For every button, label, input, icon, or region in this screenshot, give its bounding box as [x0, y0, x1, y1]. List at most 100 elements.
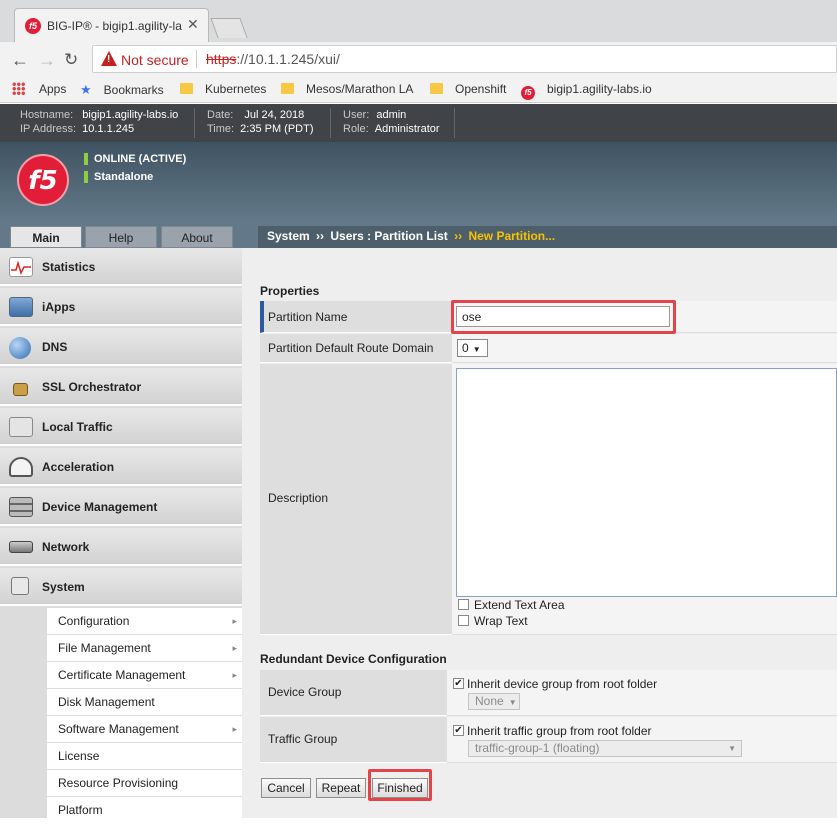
device-group-label-cell: Device Group	[260, 670, 447, 716]
submenu-software-management[interactable]: Software Management ▸	[47, 716, 242, 743]
dropdown-arrow-icon: ▼	[508, 698, 517, 707]
bookmark-apps[interactable]: Apps	[12, 82, 66, 96]
route-domain-value-cell	[452, 334, 837, 363]
address-bar: ← → ↻ ! Not secure https://10.1.1.245/xu…	[0, 42, 837, 77]
submenu-disk-management[interactable]: Disk Management	[47, 689, 242, 716]
f5-favicon-icon: f5	[25, 18, 41, 34]
tab-help[interactable]: Help	[85, 226, 157, 248]
sidebar-item-local-traffic[interactable]: Local Traffic	[0, 408, 242, 446]
role-label: Role:	[343, 123, 369, 135]
submenu-resource-provisioning[interactable]: Resource Provisioning	[47, 770, 242, 797]
ip-value: 10.1.1.245	[82, 123, 135, 135]
f5-logo[interactable]: f5	[17, 154, 69, 206]
url-omnibox[interactable]: ! Not secure https://10.1.1.245/xui/	[92, 45, 837, 73]
back-arrow-icon[interactable]: ←	[11, 50, 29, 71]
breadcrumb-system[interactable]: System	[267, 229, 310, 243]
star-icon: ★	[80, 82, 92, 97]
sidebar-item-network[interactable]: Network	[0, 528, 242, 566]
sidebar-item-label: Statistics	[42, 260, 96, 274]
bookmark-bigip[interactable]: f5 bigip1.agility-labs.io	[521, 82, 661, 100]
system-submenu: Configuration ▸ File Management ▸ Certific…	[47, 608, 242, 818]
partition-name-label: Partition Name	[268, 310, 348, 324]
redundant-section-title: Redundant Device Configuration	[260, 652, 447, 666]
bookmark-label: Kubernetes	[205, 82, 267, 96]
time-label: Time:	[207, 123, 235, 135]
device-group-select[interactable]: None ▼	[468, 693, 520, 710]
divider	[194, 108, 195, 138]
submenu-certificate-management[interactable]: Certificate Management ▸	[47, 662, 242, 689]
breadcrumb-partition-list[interactable]: Users : Partition List	[330, 229, 447, 243]
submenu-configuration[interactable]: Configuration ▸	[47, 608, 242, 635]
submenu-platform[interactable]: Platform	[47, 797, 242, 824]
partition-name-input[interactable]: ose	[456, 306, 670, 327]
route-domain-value: 0	[462, 341, 469, 355]
cancel-button[interactable]: Cancel	[261, 778, 311, 798]
bookmark-kubernetes[interactable]: Kubernetes	[180, 82, 266, 96]
reload-icon[interactable]: ↻	[64, 50, 78, 70]
device-group-inherit-checkbox[interactable]: ✔	[453, 678, 464, 689]
tab-about[interactable]: About	[161, 226, 233, 248]
extend-text-area-checkbox[interactable]	[458, 599, 469, 610]
sidebar-item-ssl-orchestrator[interactable]: SSL Orchestrator	[0, 368, 242, 406]
repeat-button[interactable]: Repeat	[316, 778, 366, 798]
partition-name-label-cell: Partition Name	[260, 301, 452, 333]
sidebar-item-iapps[interactable]: iApps	[0, 288, 242, 326]
dropdown-arrow-icon: ▼	[472, 345, 481, 354]
browser-tab-strip: f5 BIG-IP® - bigip1.agility-la ✕	[0, 0, 837, 42]
description-textarea[interactable]	[456, 368, 837, 597]
traffic-group-select[interactable]: traffic-group-1 (floating) ▼	[468, 740, 742, 757]
user-row: User: admin	[343, 109, 406, 121]
system-info-bar: Hostname: bigip1.agility-labs.io IP Addr…	[0, 104, 837, 142]
folder-icon	[180, 83, 193, 94]
route-domain-select[interactable]: 0 ▼	[457, 339, 488, 357]
bookmark-label: Openshift	[455, 82, 507, 96]
sidebar-item-device-management[interactable]: Device Management	[0, 488, 242, 526]
main-tabs: Main Help About	[0, 222, 258, 248]
bookmark-mesos[interactable]: Mesos/Marathon LA	[281, 82, 413, 96]
bookmark-openshift[interactable]: Openshift	[430, 82, 506, 96]
bookmarks-bar: Apps ★ Bookmarks Kubernetes Mesos/Maratho…	[0, 77, 837, 103]
not-secure-label: Not secure	[121, 52, 189, 68]
new-tab-button[interactable]	[210, 18, 248, 38]
local-traffic-icon	[9, 417, 33, 437]
sidebar-item-acceleration[interactable]: Acceleration	[0, 448, 242, 486]
tab-main[interactable]: Main	[10, 226, 82, 248]
description-label: Description	[268, 491, 329, 505]
ip-label: IP Address:	[20, 123, 77, 135]
submenu-file-management[interactable]: File Management ▸	[47, 635, 242, 662]
submenu-license[interactable]: License	[47, 743, 242, 770]
traffic-group-inherit-checkbox[interactable]: ✔	[453, 725, 464, 736]
sidebar-item-label: DNS	[42, 340, 68, 354]
chevron-right-icon: ▸	[232, 616, 237, 626]
submenu-label: Platform	[58, 803, 103, 817]
dns-globe-icon	[9, 337, 31, 359]
url-text[interactable]: https://10.1.1.245/xui/	[206, 51, 340, 67]
date-label: Date:	[207, 109, 234, 121]
finished-button[interactable]: Finished	[372, 778, 428, 798]
bookmark-bookmarks[interactable]: ★ Bookmarks	[80, 82, 164, 98]
forward-arrow-icon[interactable]: →	[38, 50, 56, 71]
close-icon[interactable]: ✕	[187, 16, 199, 33]
system-icon	[11, 577, 29, 595]
folder-icon	[281, 83, 294, 94]
browser-tab[interactable]: f5 BIG-IP® - bigip1.agility-la ✕	[14, 8, 209, 42]
browser-tab-title: BIG-IP® - bigip1.agility-la	[47, 19, 182, 33]
submenu-label: Configuration	[58, 614, 130, 628]
sidebar-item-dns[interactable]: DNS	[0, 328, 242, 366]
traffic-group-value: traffic-group-1 (floating)	[475, 741, 600, 755]
f5-favicon-icon: f5	[521, 86, 535, 100]
network-icon	[9, 541, 33, 553]
status-indicator	[84, 153, 88, 165]
f5-banner: f5 ONLINE (ACTIVE) Standalone	[0, 142, 837, 222]
gauge-icon	[9, 457, 33, 477]
wrap-text-checkbox[interactable]	[458, 615, 469, 626]
date-row: Date: Jul 24, 2018	[207, 109, 304, 121]
chevron-right-icon: ▸	[232, 670, 237, 680]
sidebar-item-statistics[interactable]: Statistics	[0, 248, 242, 286]
lock-icon	[13, 383, 28, 396]
sidebar-item-system[interactable]: System	[0, 568, 242, 606]
warning-icon: !	[101, 51, 117, 66]
apps-grid-icon	[12, 82, 25, 95]
sidebar-item-label: System	[42, 580, 85, 594]
ip-row: IP Address: 10.1.1.245	[20, 123, 134, 135]
